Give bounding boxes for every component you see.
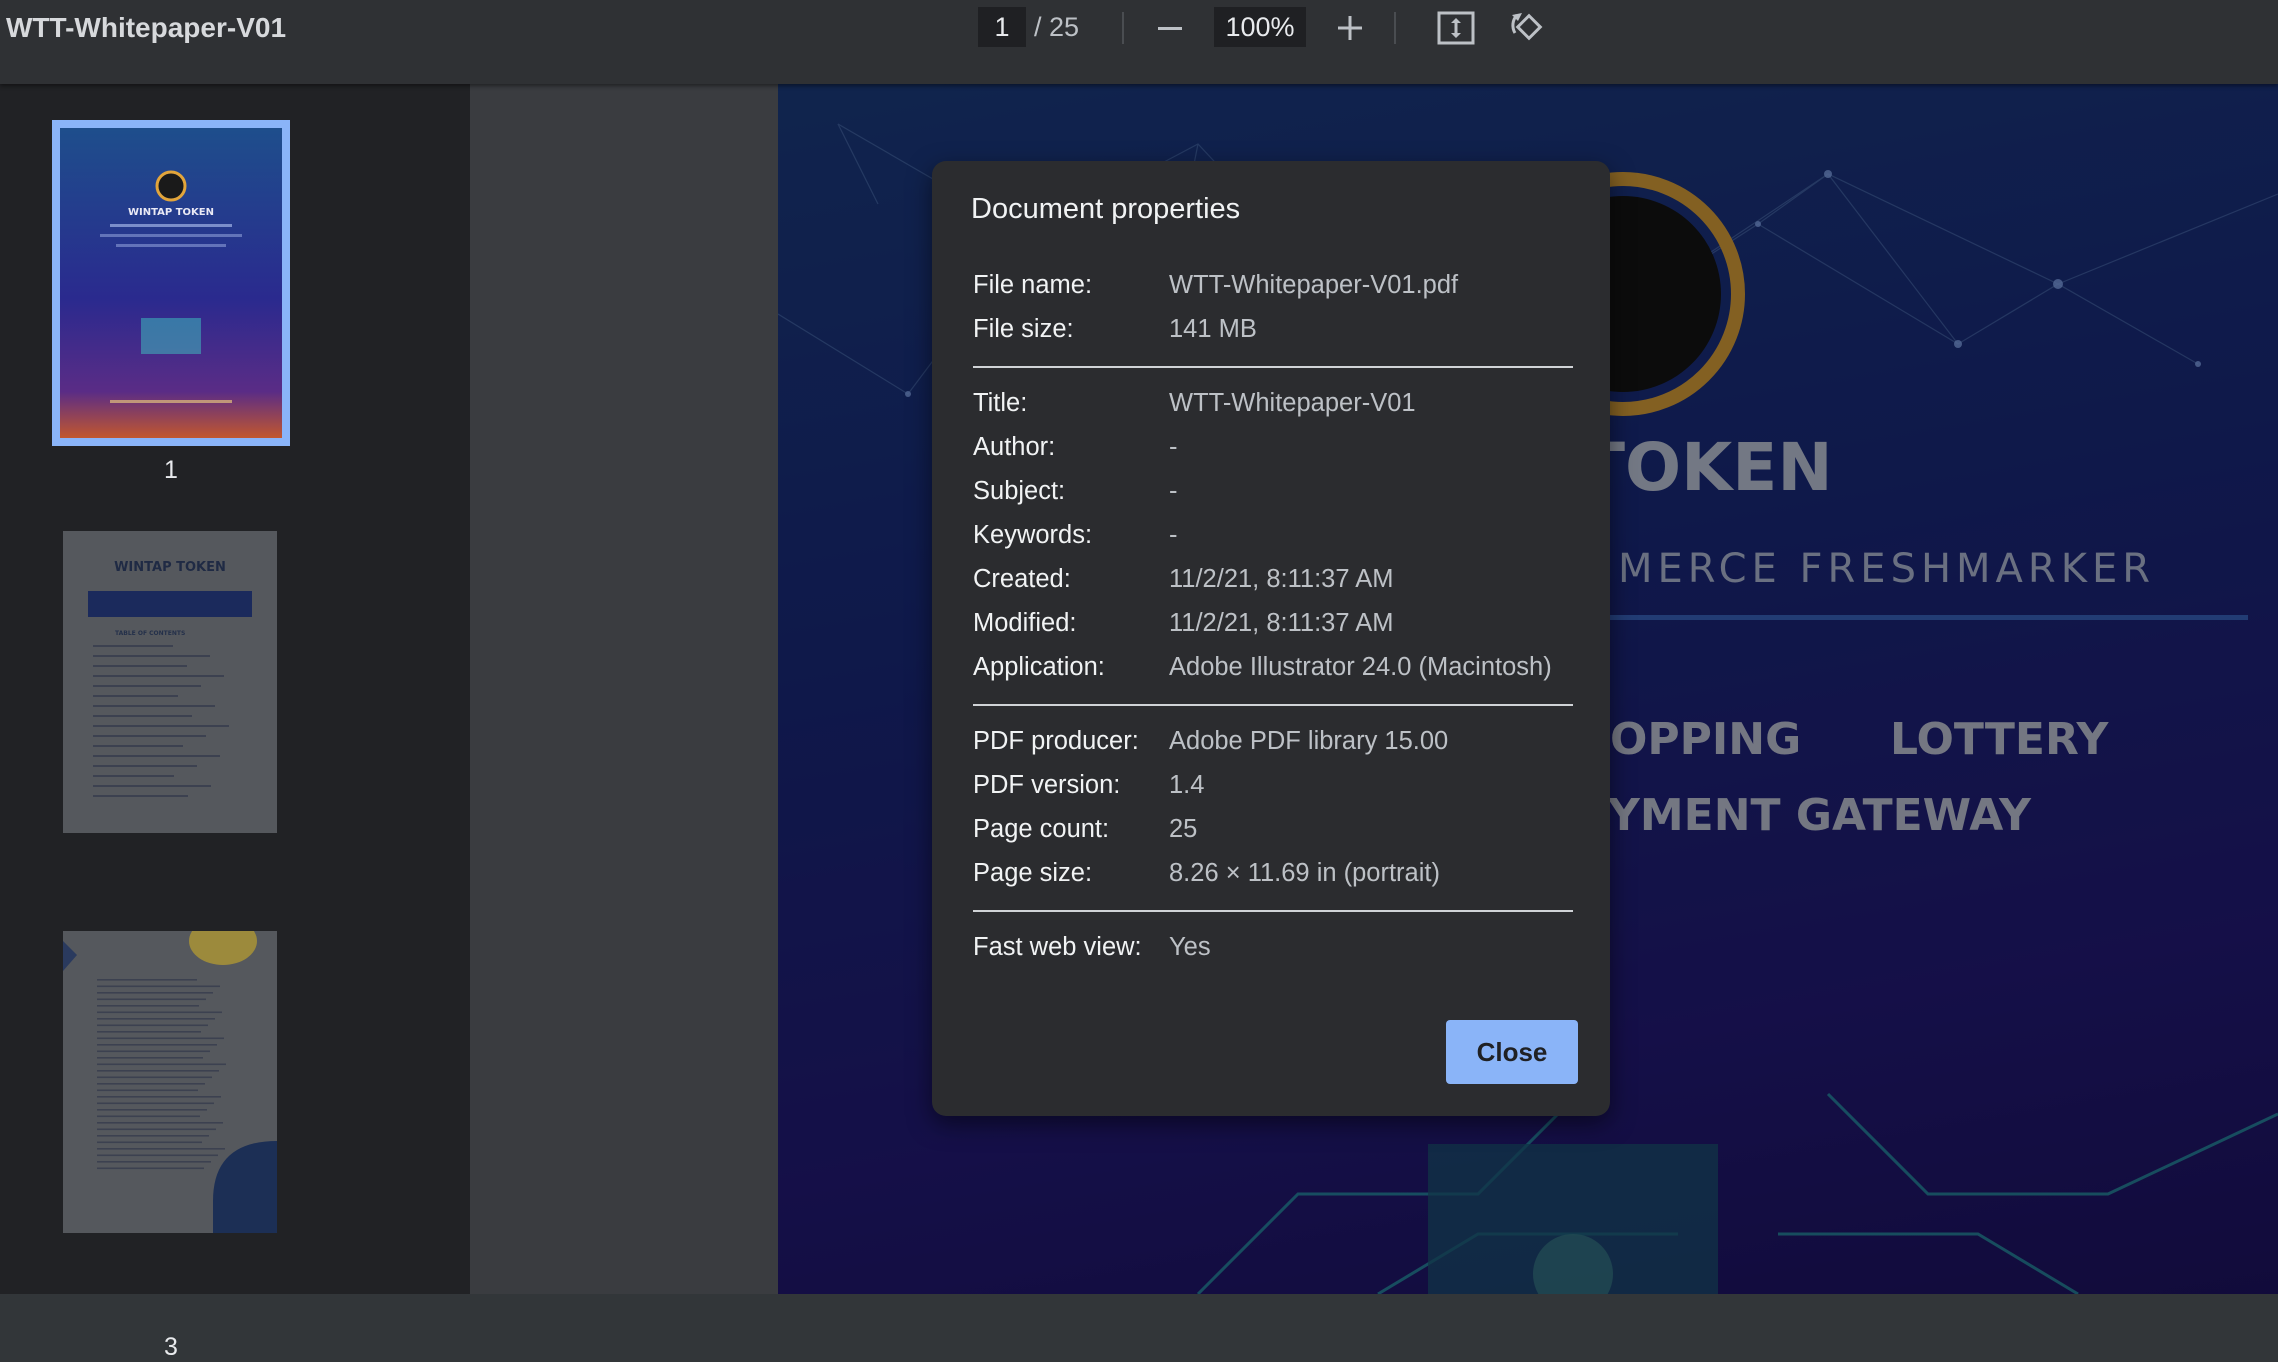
page-text-token: TOKEN (1580, 429, 1833, 506)
toolbar-separator (1394, 12, 1396, 44)
dialog-divider (973, 910, 1573, 912)
property-value: 11/2/21, 8:11:37 AM (1169, 565, 1394, 593)
thumbnail-image (63, 931, 277, 1233)
page-text-gateway: YMENT GATEWAY (1608, 790, 2031, 841)
property-value: - (1169, 477, 1178, 505)
property-value: WTT-Whitepaper-V01 (1169, 389, 1416, 417)
toolbar-separator (1122, 12, 1124, 44)
property-label: Application: (973, 653, 1105, 681)
property-label: Subject: (973, 477, 1066, 505)
zoom-out-icon (1158, 27, 1182, 30)
property-value: - (1169, 521, 1178, 549)
dialog-divider (973, 704, 1573, 706)
property-value: 141 MB (1169, 315, 1257, 343)
zoom-out-button[interactable] (1148, 6, 1192, 50)
property-value: 25 (1169, 815, 1198, 843)
property-label: Fast web view: (973, 933, 1142, 961)
property-value: - (1169, 433, 1178, 461)
property-value: 1.4 (1169, 771, 1205, 799)
property-label: Keywords: (973, 521, 1093, 549)
thumbnail-toc-label: TABLE OF CONTENTS (115, 630, 185, 637)
property-label: File name: (973, 271, 1093, 299)
thumbnail-image: WINTAP TOKEN TABLE OF CONTENTS (63, 531, 277, 833)
property-label: Author: (973, 433, 1056, 461)
page-text-lottery: LOTTERY (1890, 714, 2109, 765)
property-label: Title: (973, 389, 1028, 417)
thumbnail-cover-text: WINTAP TOKEN (128, 207, 214, 218)
property-value: WTT-Whitepaper-V01.pdf (1169, 271, 1459, 299)
page-underline (1578, 615, 2248, 620)
page-text-tagline: MERCE FRESHMARKER (1618, 546, 2156, 592)
dialog-divider (973, 366, 1573, 368)
rotate-icon (1511, 13, 1543, 41)
thumbnail-sidebar: WINTAP TOKEN 1 WINTAP TOKEN TABLE OF CON… (0, 84, 470, 1361)
property-value: Adobe Illustrator 24.0 (Macintosh) (1169, 653, 1552, 681)
property-value: 8.26 × 11.69 in (portrait) (1169, 859, 1440, 887)
property-value: 11/2/21, 8:11:37 AM (1169, 609, 1394, 637)
zoom-in-icon (1338, 16, 1362, 40)
document-properties-dialog: Document properties File name: WTT-White… (932, 161, 1610, 1116)
fit-to-page-button[interactable] (1434, 6, 1478, 50)
zoom-in-button[interactable] (1328, 6, 1372, 50)
document-title: WTT-Whitepaper-V01 (6, 12, 287, 43)
property-label: PDF version: (973, 771, 1121, 799)
toolbar: WTT-Whitepaper-V01 1 / 25 100% (0, 0, 2278, 84)
page-number-input[interactable]: 1 (978, 7, 1026, 47)
thumbnail-image: WINTAP TOKEN (52, 120, 290, 446)
rotate-button[interactable] (1506, 6, 1550, 50)
thumbnail-number: 1 (164, 456, 178, 484)
property-value: Yes (1169, 933, 1211, 961)
close-button[interactable]: Close (1446, 1020, 1578, 1084)
dialog-title: Document properties (971, 193, 1241, 225)
fit-to-page-icon (1437, 11, 1475, 45)
thumbnail-number: 3 (164, 1333, 178, 1361)
thumbnail-heading: WINTAP TOKEN (114, 560, 226, 575)
property-label: Page size: (973, 859, 1093, 887)
property-label: Page count: (973, 815, 1110, 843)
zoom-level-input[interactable]: 100% (1214, 7, 1306, 47)
property-label: Modified: (973, 609, 1077, 637)
property-label: Created: (973, 565, 1071, 593)
property-label: File size: (973, 315, 1074, 343)
property-value: Adobe PDF library 15.00 (1169, 727, 1449, 755)
property-label: PDF producer: (973, 727, 1139, 755)
page-total: / 25 (1034, 12, 1080, 42)
page-text-shopping: OPPING (1610, 714, 1802, 765)
